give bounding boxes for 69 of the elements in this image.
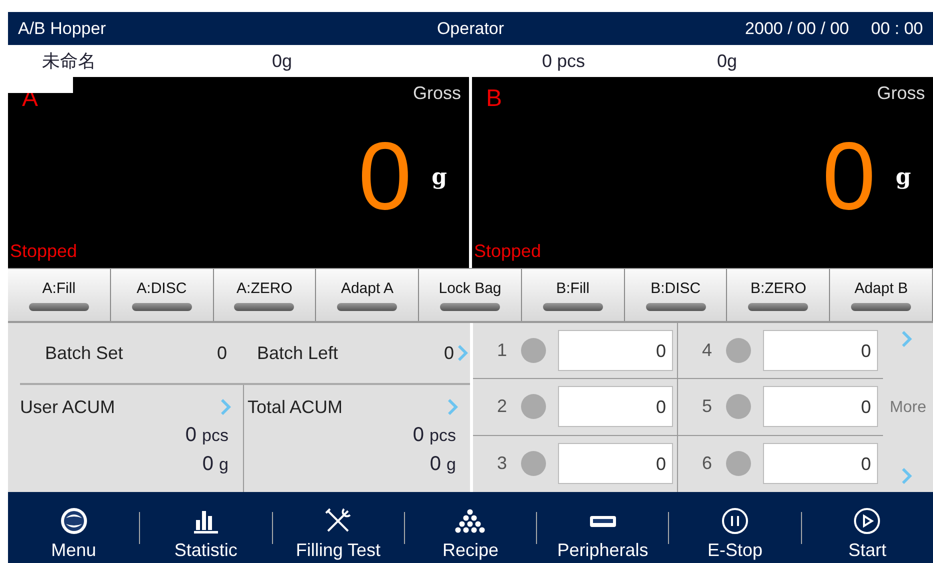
hopper-value-field[interactable]: 0 (763, 386, 878, 428)
nav-button[interactable]: Recipe (404, 492, 536, 563)
accum-weight: 0 g (201, 453, 230, 476)
hopper-value-field[interactable]: 0 (558, 330, 673, 372)
accum-label: Total ACUM (248, 397, 343, 418)
accum-label: User ACUM (20, 397, 116, 418)
accum-pieces: 0 pcs (412, 424, 457, 447)
target-weight: 0g (272, 50, 294, 72)
function-button[interactable]: Lock Bag (419, 269, 522, 321)
chevron-icon[interactable] (902, 329, 914, 349)
function-button[interactable]: A:Fill (8, 269, 111, 321)
chevron-icon[interactable] (902, 466, 914, 486)
hopper-value-field[interactable]: 0 (763, 443, 878, 484)
status-dot (726, 451, 751, 476)
mode-text: Gross (412, 83, 461, 104)
date-text: 2000 / 00 / 00 (745, 18, 850, 38)
status-text: Stopped (474, 241, 542, 262)
function-button[interactable]: A:DISC (110, 269, 214, 321)
chevron-icon[interactable] (220, 397, 232, 417)
nav-button[interactable]: E-Stop (669, 492, 801, 563)
swirl-logo-icon (58, 506, 89, 536)
nav-button[interactable]: Menu (8, 492, 140, 563)
nav-button[interactable]: Statistic (140, 492, 272, 563)
function-button[interactable]: Adapt B (830, 269, 933, 321)
unit-text: g (432, 164, 447, 190)
hopper-value-field[interactable]: 0 (763, 330, 878, 372)
weight-reading: 0 (358, 129, 412, 225)
hopper-number: 2 (497, 396, 508, 418)
time-text: 00 : 00 (871, 18, 924, 38)
function-button[interactable]: Adapt A (316, 269, 420, 321)
hopper-number: 4 (702, 340, 714, 362)
chevron-icon[interactable] (458, 343, 470, 363)
chevron-icon[interactable] (448, 397, 460, 417)
status-dot (521, 451, 546, 476)
batch-set-value: 0 (217, 342, 228, 364)
hopper-value-field[interactable]: 0 (558, 443, 673, 484)
accum-pieces: 0 pcs (184, 424, 230, 447)
pause-icon (720, 506, 750, 536)
status-dot (521, 338, 546, 364)
user-role: Operator (436, 18, 506, 38)
nav-button[interactable]: Peripherals (537, 492, 668, 563)
unit-text: g (896, 164, 911, 190)
batch-left-value: 0 (444, 342, 454, 364)
hopper-value-field[interactable]: 0 (558, 386, 673, 428)
function-button[interactable]: A:ZERO (214, 269, 316, 321)
recipe-name: 未命名 (42, 50, 97, 73)
status-dot (521, 394, 546, 420)
function-button[interactable]: B:ZERO (727, 269, 830, 321)
nav-button[interactable]: Filling Test (272, 492, 404, 563)
nav-button[interactable]: Start (802, 492, 933, 563)
batch-left-label: Batch Left (256, 342, 340, 364)
weight-text: 0g (717, 50, 738, 72)
accum-weight: 0 g (428, 453, 457, 476)
piece-count: 0 pcs (542, 50, 586, 72)
hopper-number: 1 (497, 340, 508, 362)
status-dot (726, 338, 751, 364)
scale-label: B (486, 85, 502, 113)
play-icon (852, 506, 882, 536)
hopper-number: 3 (497, 453, 508, 474)
batch-set-label: Batch Set (44, 342, 124, 364)
function-button[interactable]: B:DISC (624, 269, 728, 321)
function-button[interactable]: B:Fill (522, 269, 625, 321)
status-text: Stopped (10, 241, 78, 262)
status-dot (726, 394, 751, 420)
hopper-number: 6 (702, 453, 714, 474)
window-title: A/B Hopper (18, 18, 107, 38)
weight-reading: 0 (822, 129, 876, 225)
hopper-number: 5 (702, 396, 714, 418)
mode-text: Gross (876, 83, 925, 104)
